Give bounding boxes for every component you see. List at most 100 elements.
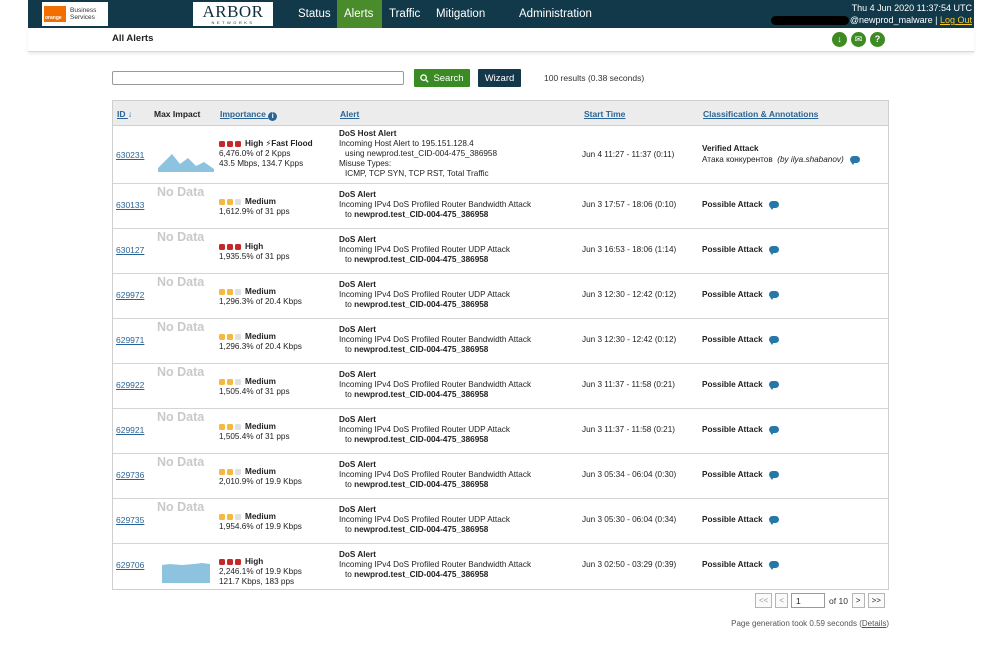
classification: Possible Attack (702, 380, 779, 391)
annotation-text: Атака конкурентов (702, 155, 773, 164)
alert-id-link[interactable]: 629971 (116, 335, 144, 345)
prev-page-button[interactable]: < (775, 593, 789, 608)
arbor-logo[interactable]: ARBOR NETWORKS (193, 2, 273, 26)
importance-detail-1: 1,954.6% of 19.9 Kbps (219, 522, 302, 531)
comment-icon[interactable] (768, 471, 779, 481)
generation-close: ) (886, 619, 889, 628)
nav-tab-mitigation[interactable]: Mitigation (429, 0, 512, 28)
alert-id-link[interactable]: 629735 (116, 515, 144, 525)
alert-id-link[interactable]: 630127 (116, 245, 144, 255)
search-button[interactable]: Search (414, 69, 470, 87)
table-row[interactable]: 629971 No Data Medium 1,296.3% of 20.4 K… (113, 319, 888, 364)
no-data-label: No Data (157, 185, 205, 199)
wizard-button[interactable]: Wizard (478, 69, 521, 87)
first-page-button[interactable]: << (755, 593, 773, 608)
nav-tab-traffic[interactable]: Traffic (382, 0, 429, 28)
importance-dot (235, 378, 241, 385)
importance-detail-1: 6,476.0% of 2 Kpps (219, 149, 291, 158)
impact-sparkline (162, 563, 210, 583)
alert-description: DoS Alert Incoming IPv4 DoS Profiled Rou… (339, 235, 510, 264)
table-row[interactable]: 630231 High ⚡Fast Flood 6,476.0% of 2 Kp… (113, 126, 888, 184)
search-button-label: Search (433, 72, 464, 84)
table-row[interactable]: 629736 No Data Medium 2,010.9% of 19.9 K… (113, 454, 888, 499)
last-page-button[interactable]: >> (867, 593, 885, 608)
alert-line-1: Incoming IPv4 DoS Profiled Router Bandwi… (339, 380, 532, 389)
alert-id-link[interactable]: 629921 (116, 425, 144, 435)
comment-icon[interactable] (768, 336, 779, 346)
table-row[interactable]: 630127 No Data High 1,935.5% of 31 pps D… (113, 229, 888, 274)
orange-logo-text: Business Services (70, 7, 96, 21)
alert-title: DoS Alert (339, 370, 376, 379)
arbor-logo-text: ARBOR (202, 1, 264, 21)
comment-icon[interactable] (768, 516, 779, 526)
alert-line-1: Incoming IPv4 DoS Profiled Router UDP At… (339, 245, 510, 254)
col-id[interactable]: ID ↓ (117, 109, 132, 119)
alert-line-1: Incoming IPv4 DoS Profiled Router Bandwi… (339, 470, 532, 479)
comment-icon[interactable] (768, 561, 779, 571)
importance-level: Medium (245, 332, 276, 341)
sort-down-icon: ↓ (127, 109, 133, 119)
nav-tab-alerts[interactable]: Alerts (337, 0, 382, 28)
alert-id-link[interactable]: 629972 (116, 290, 144, 300)
start-time: Jun 3 16:53 - 18:06 (1:14) (582, 245, 677, 254)
importance-detail-1: 1,296.3% of 20.4 Kbps (219, 342, 302, 351)
details-link[interactable]: Details (862, 619, 886, 628)
classification-label: Possible Attack (702, 245, 763, 254)
alert-title: DoS Alert (339, 190, 376, 199)
comment-icon[interactable] (768, 381, 779, 391)
logout-link[interactable]: Log Out (940, 15, 972, 25)
alert-id-link[interactable]: 630231 (116, 150, 144, 160)
comment-icon[interactable] (768, 291, 779, 301)
importance-indicator (219, 140, 241, 147)
table-row[interactable]: 630133 No Data Medium 1,612.9% of 31 pps… (113, 184, 888, 229)
search-input[interactable] (112, 71, 404, 85)
download-icon[interactable]: ↓ (832, 32, 847, 47)
nav-tab-administration[interactable]: Administration (512, 0, 599, 28)
importance-dot (219, 333, 225, 340)
table-row[interactable]: 629921 No Data Medium 1,505.4% of 31 pps… (113, 409, 888, 454)
importance-cell: Medium 1,612.9% of 31 pps (219, 197, 290, 217)
table-row[interactable]: 629972 No Data Medium 1,296.3% of 20.4 K… (113, 274, 888, 319)
info-icon[interactable]: i (268, 112, 278, 121)
col-max-impact: Max Impact (154, 109, 201, 119)
table-row[interactable]: 629735 No Data Medium 1,954.6% of 19.9 K… (113, 499, 888, 544)
start-time: Jun 3 05:30 - 06:04 (0:34) (582, 515, 677, 524)
col-start-time[interactable]: Start Time (584, 109, 625, 119)
classification: Verified Attack Атака конкурентов (by il… (702, 143, 860, 166)
alert-id-link[interactable]: 629706 (116, 560, 144, 570)
table-row[interactable]: 629922 No Data Medium 1,505.4% of 31 pps… (113, 364, 888, 409)
next-page-button[interactable]: > (851, 593, 865, 608)
orange-business-logo[interactable]: orange Business Services (42, 2, 108, 26)
importance-dot (235, 243, 241, 250)
importance-indicator (219, 513, 241, 520)
alert-id-link[interactable]: 630133 (116, 200, 144, 210)
table-row[interactable]: 629706 High 2,246.1% of 19.9 Kbps 121.7 … (113, 544, 888, 589)
username: @newprod_malware (849, 15, 933, 25)
col-id-label: ID (117, 109, 126, 119)
comment-icon[interactable] (768, 246, 779, 256)
page-generation-time: Page generation took 0.59 seconds (Detai… (731, 619, 889, 628)
generation-text: Page generation took 0.59 seconds ( (731, 619, 862, 628)
comment-icon[interactable] (768, 426, 779, 436)
importance-dot (227, 423, 233, 430)
comment-icon[interactable] (768, 201, 779, 211)
alert-id-link[interactable]: 629922 (116, 380, 144, 390)
col-alert[interactable]: Alert (340, 109, 359, 119)
col-importance[interactable]: Importance i (220, 109, 278, 121)
col-classification[interactable]: Classification & Annotations (703, 109, 818, 119)
comment-icon[interactable] (849, 156, 860, 166)
help-icon[interactable]: ? (870, 32, 885, 47)
alert-id-link[interactable]: 629736 (116, 470, 144, 480)
alert-line-1: Incoming Host Alert to 195.151.128.4 (339, 139, 474, 148)
importance-detail-1: 1,296.3% of 20.4 Kbps (219, 297, 302, 306)
page-number-input[interactable]: 1 (791, 593, 826, 608)
classification: Possible Attack (702, 425, 779, 436)
nav-tab-status[interactable]: Status (291, 0, 337, 28)
no-data-label: No Data (157, 500, 205, 514)
orange-logo-square: orange (44, 6, 66, 22)
annotation-author: (by ilya.shabanov) (777, 155, 844, 164)
email-icon[interactable]: ✉ (851, 32, 866, 47)
importance-level: High (245, 139, 264, 148)
alert-description: DoS Host Alert Incoming Host Alert to 19… (339, 129, 497, 179)
importance-level: Medium (245, 467, 276, 476)
